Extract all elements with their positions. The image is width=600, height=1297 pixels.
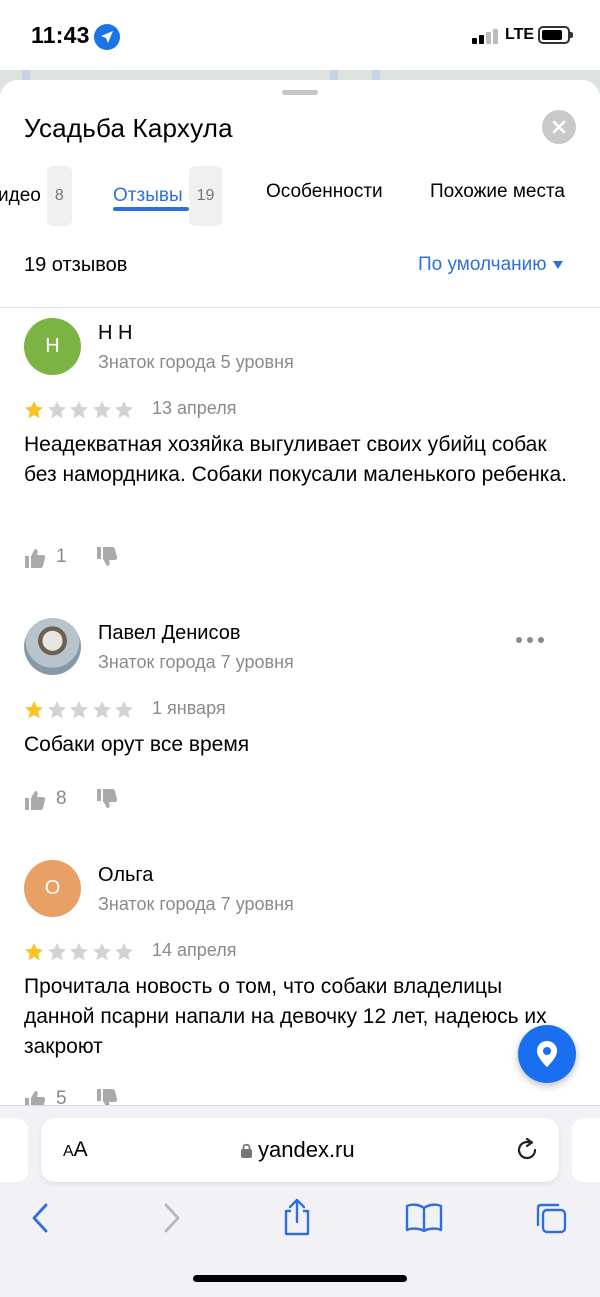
network-type: LTE xyxy=(505,26,535,43)
star-filled-icon xyxy=(25,943,43,961)
tab-video-count: 8 xyxy=(46,166,72,226)
url-text: yandex.ru xyxy=(258,1137,355,1162)
star-empty-icon xyxy=(70,701,88,719)
review-text: Собаки орут все время xyxy=(24,733,250,756)
dislike-button[interactable] xyxy=(96,546,120,570)
reload-icon[interactable] xyxy=(515,1138,539,1162)
sheet-grabber[interactable] xyxy=(282,90,318,95)
thumbs-up-icon xyxy=(25,791,46,810)
star-filled-icon xyxy=(25,401,43,419)
tab-video-label: идео xyxy=(0,185,41,206)
thumbs-down-icon xyxy=(97,1089,118,1105)
star-empty-icon xyxy=(92,943,111,961)
star-empty-icon xyxy=(115,401,133,419)
review-date: 14 апреля xyxy=(152,940,237,960)
review-author-level: Знаток города 5 уровня xyxy=(98,352,294,372)
thumbs-down-icon xyxy=(97,789,118,808)
avatar[interactable]: Н xyxy=(24,318,81,375)
tab-video[interactable]: идео 8 xyxy=(0,166,72,226)
review-author-level: Знаток города 7 уровня xyxy=(98,894,294,914)
star-empty-icon xyxy=(47,401,66,419)
aa-small: A xyxy=(63,1143,74,1160)
review-date: 13 апреля xyxy=(152,398,237,418)
thumbs-up-icon xyxy=(25,549,46,568)
review-author[interactable]: Павел Денисов xyxy=(98,622,240,645)
place-sheet: Усадьба Кархула идео 8 Отзывы 19 Особеннос… xyxy=(0,80,600,1105)
star-filled-icon xyxy=(25,701,43,719)
browser-toolbar: AA yandex.ru xyxy=(0,1105,600,1297)
star-empty-icon xyxy=(47,701,66,719)
reviews-count: 19 отзывов xyxy=(24,254,128,276)
home-indicator xyxy=(193,1275,407,1282)
active-tab-indicator xyxy=(113,207,189,211)
star-empty-icon xyxy=(47,943,66,961)
tab-reviews-label: Отзывы xyxy=(113,185,183,206)
review-text: Неадекватная хозяйка выгуливает своих уб… xyxy=(24,433,567,486)
star-empty-icon xyxy=(115,701,133,719)
avatar[interactable]: О xyxy=(24,860,81,917)
sort-dropdown[interactable]: По умолчанию xyxy=(418,254,563,276)
more-options-button[interactable] xyxy=(512,628,548,652)
divider xyxy=(0,307,600,308)
close-button[interactable] xyxy=(542,110,576,144)
close-icon xyxy=(552,120,566,134)
tab-similar-places-label: Похожие места xyxy=(430,181,566,202)
star-empty-icon xyxy=(92,701,111,719)
tab-reviews-count: 19 xyxy=(188,166,223,226)
review-author[interactable]: Н Н xyxy=(98,322,132,345)
like-count: 5 xyxy=(56,1088,67,1105)
location-arrow-icon xyxy=(94,24,120,50)
back-button[interactable] xyxy=(30,1202,52,1234)
tabs-button[interactable] xyxy=(534,1201,568,1235)
my-location-button[interactable] xyxy=(518,1025,576,1083)
review-text: Прочитала новость о том, что собаки влад… xyxy=(24,975,547,1058)
tab-features[interactable]: Особенности xyxy=(266,166,383,218)
star-empty-icon xyxy=(115,943,133,961)
review-author[interactable]: Ольга xyxy=(98,864,153,887)
place-title: Усадьба Кархула xyxy=(24,113,233,143)
bookmarks-button[interactable] xyxy=(405,1203,443,1233)
star-empty-icon xyxy=(92,401,111,419)
lock-icon xyxy=(241,1143,252,1158)
review-date: 1 января xyxy=(152,698,226,718)
sort-label: По умолчанию xyxy=(418,254,547,275)
thumbs-down-icon xyxy=(97,547,118,566)
like-count: 1 xyxy=(56,546,67,567)
avatar[interactable] xyxy=(24,618,81,675)
cellular-signal-icon xyxy=(472,28,500,44)
reader-settings-button[interactable]: AA xyxy=(63,1138,88,1162)
like-count: 8 xyxy=(56,788,67,809)
address-bar[interactable]: AA yandex.ru xyxy=(41,1118,559,1182)
share-button[interactable] xyxy=(281,1198,313,1236)
aa-large: A xyxy=(73,1138,88,1161)
status-time: 11:43 xyxy=(31,22,90,48)
dislike-button[interactable] xyxy=(96,788,120,812)
next-tab-card[interactable] xyxy=(572,1118,600,1182)
star-empty-icon xyxy=(70,401,88,419)
dislike-button[interactable] xyxy=(96,1088,120,1105)
star-empty-icon xyxy=(70,943,88,961)
tab-similar-places[interactable]: Похожие места xyxy=(430,166,565,218)
review-author-level: Знаток города 7 уровня xyxy=(98,652,294,672)
forward-button[interactable] xyxy=(160,1202,182,1234)
chevron-down-icon xyxy=(552,260,563,269)
tab-features-label: Особенности xyxy=(266,181,383,202)
location-pin-icon xyxy=(537,1041,557,1067)
battery-level xyxy=(542,30,563,40)
status-bar: 11:43 LTE xyxy=(0,0,600,70)
thumbs-up-icon xyxy=(25,1091,46,1105)
previous-tab-card[interactable] xyxy=(0,1118,28,1182)
tab-bar: идео 8 Отзывы 19 Особенности Похожие места xyxy=(0,166,600,226)
battery-icon xyxy=(538,26,573,44)
